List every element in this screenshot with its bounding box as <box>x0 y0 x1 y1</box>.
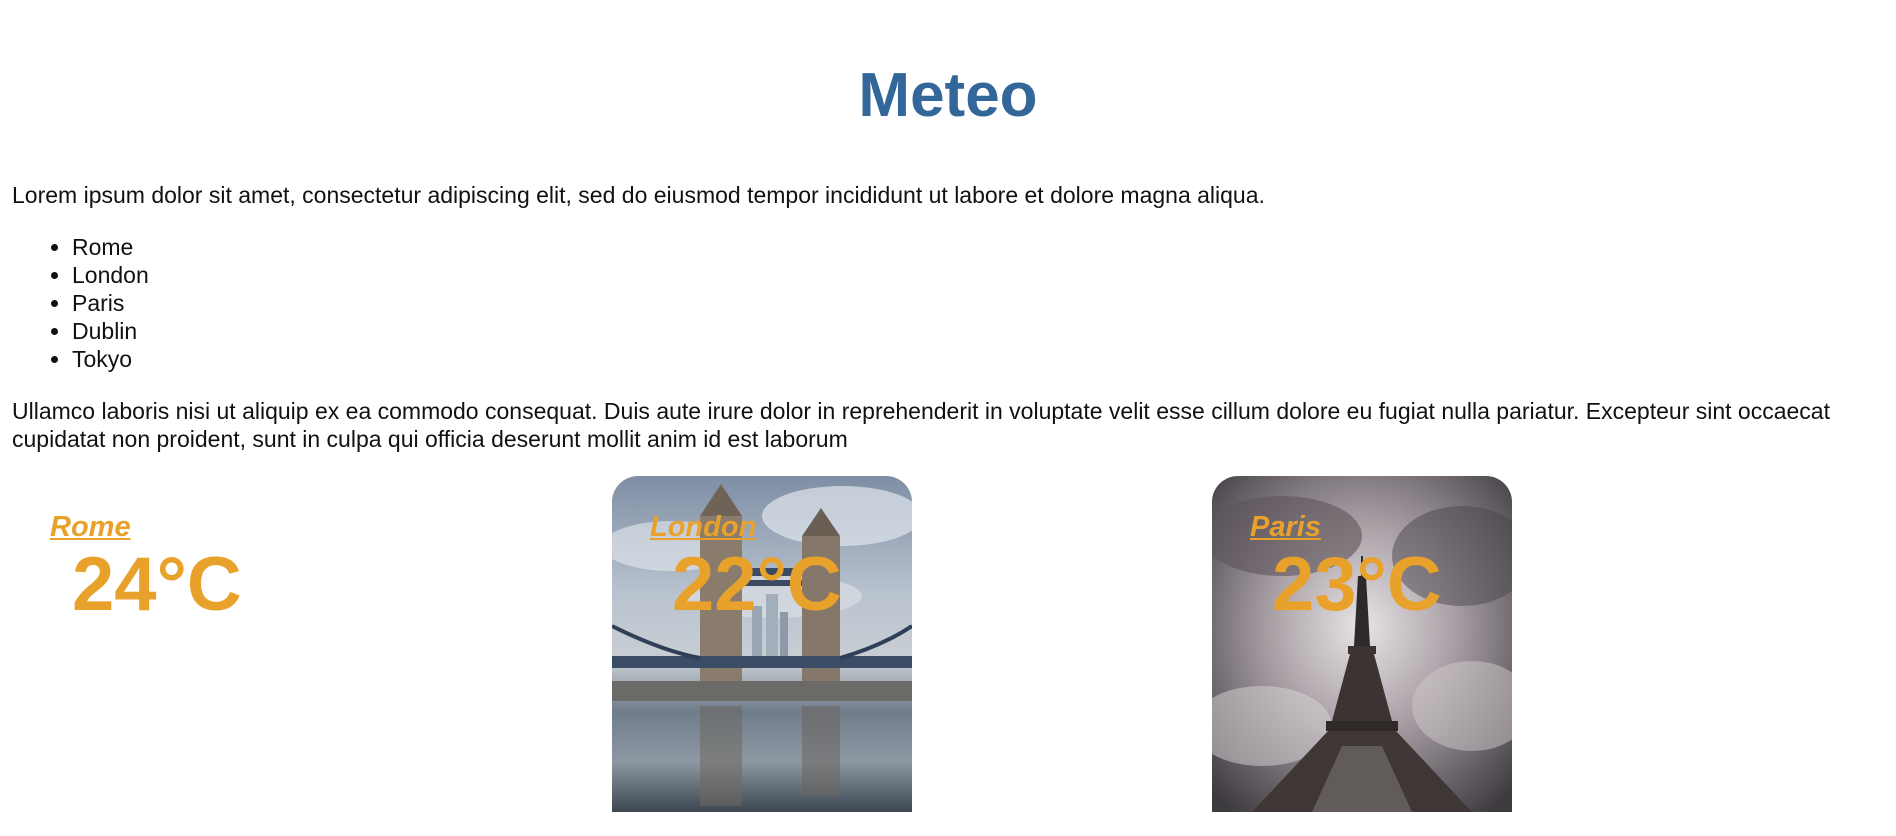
weather-card-london: London 22°C <box>612 476 912 812</box>
list-item: Dublin <box>72 317 149 345</box>
weather-card-rome: Rome 24°C <box>12 476 312 812</box>
city-list: Rome London Paris Dublin Tokyo <box>0 233 149 373</box>
city-link-london[interactable]: London <box>650 510 756 544</box>
city-link-paris[interactable]: Paris <box>1250 510 1321 544</box>
list-item: London <box>72 261 149 289</box>
temperature-paris: 23°C <box>1272 542 1442 627</box>
temperature-rome: 24°C <box>72 542 242 627</box>
list-item: Rome <box>72 233 149 261</box>
list-item: Tokyo <box>72 345 149 373</box>
weather-card-paris: Paris 23°C <box>1212 476 1512 812</box>
city-link-rome[interactable]: Rome <box>50 510 131 544</box>
intro-paragraph: Lorem ipsum dolor sit amet, consectetur … <box>12 182 1265 208</box>
page-title: Meteo <box>858 61 1038 130</box>
page: Meteo Lorem ipsum dolor sit amet, consec… <box>0 0 1896 836</box>
list-item: Paris <box>72 289 149 317</box>
outro-paragraph: Ullamco laboris nisi ut aliquip ex ea co… <box>12 398 1830 452</box>
temperature-london: 22°C <box>672 542 842 627</box>
